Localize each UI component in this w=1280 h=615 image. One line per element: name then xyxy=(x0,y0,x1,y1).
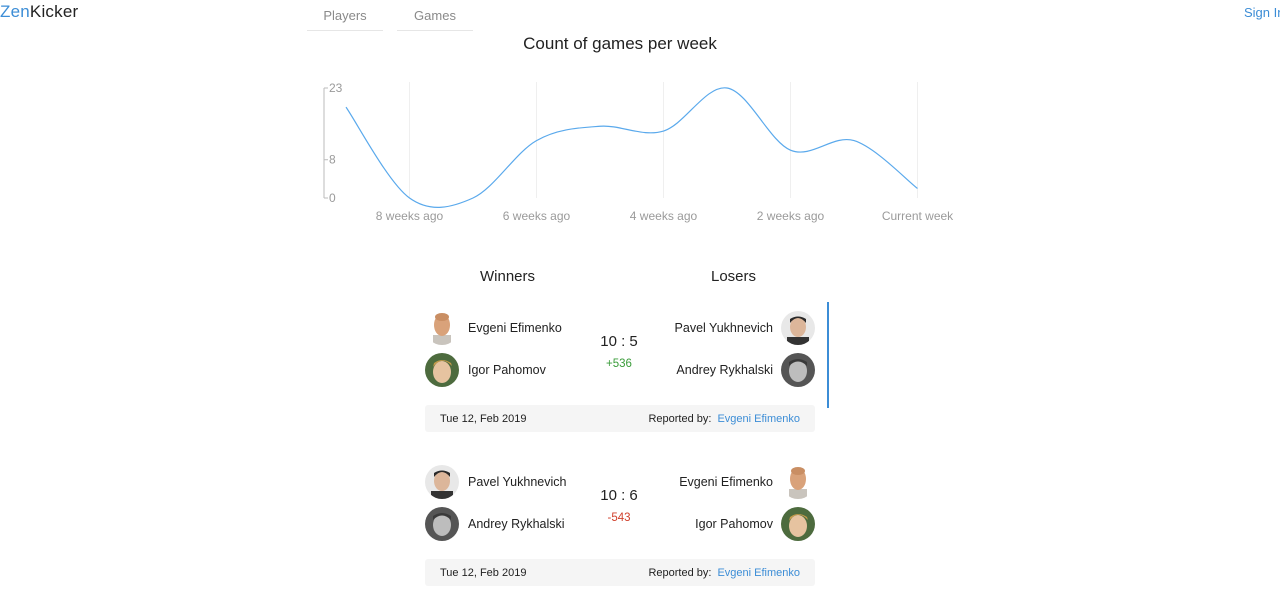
loser-player[interactable]: Igor Pahomov xyxy=(695,507,815,541)
face-avatar-dark xyxy=(781,311,815,345)
game-date: Tue 12, Feb 2019 xyxy=(440,566,527,579)
reported-by: Reported by: Evgeni Efimenko xyxy=(648,413,800,425)
winner-player[interactable]: Evgeni Efimenko xyxy=(425,311,562,345)
logo-zen: Zen xyxy=(0,2,30,21)
reported-by-label: Reported by: xyxy=(648,566,712,579)
player-name: Andrey Rykhalski xyxy=(676,363,773,377)
selected-game-indicator xyxy=(827,302,829,408)
reported-by-label: Reported by: xyxy=(648,412,712,425)
face-avatar-green xyxy=(425,353,459,387)
face-avatar-bald xyxy=(425,311,459,345)
tab-games[interactable]: Games xyxy=(397,0,473,31)
app-logo[interactable]: ZenKicker xyxy=(0,2,78,22)
sign-in-link[interactable]: Sign In xyxy=(1244,5,1280,20)
chart-title: Count of games per week xyxy=(523,34,717,53)
x-axis-labels: 8 weeks ago 6 weeks ago 4 weeks ago 2 weeks… xyxy=(376,209,954,223)
player-name: Pavel Yukhnevich xyxy=(674,321,773,335)
logo-kicker: Kicker xyxy=(29,2,79,21)
loser-player[interactable]: Pavel Yukhnevich xyxy=(675,311,815,345)
x-tick-label: 2 weeks ago xyxy=(757,209,825,223)
reporter-link[interactable]: Evgeni Efimenko xyxy=(717,567,800,579)
game-score: 10 : 5 xyxy=(600,333,638,350)
y-tick-label: 8 xyxy=(329,153,336,167)
face-avatar-gray xyxy=(781,353,815,387)
face-avatar-bald xyxy=(781,465,815,499)
x-tick-label: 4 weeks ago xyxy=(630,209,698,223)
reported-by: Reported by: Evgeni Efimenko xyxy=(648,567,800,579)
player-name: Evgeni Efimenko xyxy=(679,475,773,489)
winner-player[interactable]: Andrey Rykhalski xyxy=(425,507,565,541)
rating-delta: -543 xyxy=(607,512,631,524)
y-tick-label: 0 xyxy=(329,191,336,205)
x-tick-label: 6 weeks ago xyxy=(503,209,571,223)
y-tick-label: 23 xyxy=(329,81,343,95)
main-nav: Players Games xyxy=(307,0,473,31)
series-line xyxy=(345,87,918,208)
games-per-week-chart: 0 8 23 8 weeks ago 6 weeks ago 4 weeks ago 2 … xyxy=(323,81,954,223)
x-tick-label: 8 weeks ago xyxy=(376,209,444,223)
winners-heading: Winners xyxy=(480,268,536,285)
rating-delta: +536 xyxy=(606,358,632,370)
loser-player[interactable]: Andrey Rykhalski xyxy=(676,353,815,387)
winner-player[interactable]: Igor Pahomov xyxy=(425,353,546,387)
player-name: Pavel Yukhnevich xyxy=(468,475,567,489)
reporter-link[interactable]: Evgeni Efimenko xyxy=(717,413,800,425)
game-footer: Tue 12, Feb 2019 Reported by: Evgeni Efi… xyxy=(425,559,815,586)
game-score: 10 : 6 xyxy=(600,487,638,504)
game-footer: Tue 12, Feb 2019 Reported by: Evgeni Efi… xyxy=(425,405,815,432)
face-avatar-green xyxy=(781,507,815,541)
losers-heading: Losers xyxy=(711,268,757,285)
x-tick-label: Current week xyxy=(882,209,954,223)
winner-player[interactable]: Pavel Yukhnevich xyxy=(425,465,566,499)
face-avatar-gray xyxy=(425,507,459,541)
game-date: Tue 12, Feb 2019 xyxy=(440,412,527,425)
face-avatar-dark xyxy=(425,465,459,499)
player-name: Igor Pahomov xyxy=(468,363,546,377)
loser-player[interactable]: Evgeni Efimenko xyxy=(679,465,815,499)
player-name: Igor Pahomov xyxy=(695,517,773,531)
player-name: Andrey Rykhalski xyxy=(468,517,565,531)
y-axis: 0 8 23 xyxy=(323,81,343,205)
player-name: Evgeni Efimenko xyxy=(468,321,562,335)
tab-players[interactable]: Players xyxy=(307,0,383,31)
